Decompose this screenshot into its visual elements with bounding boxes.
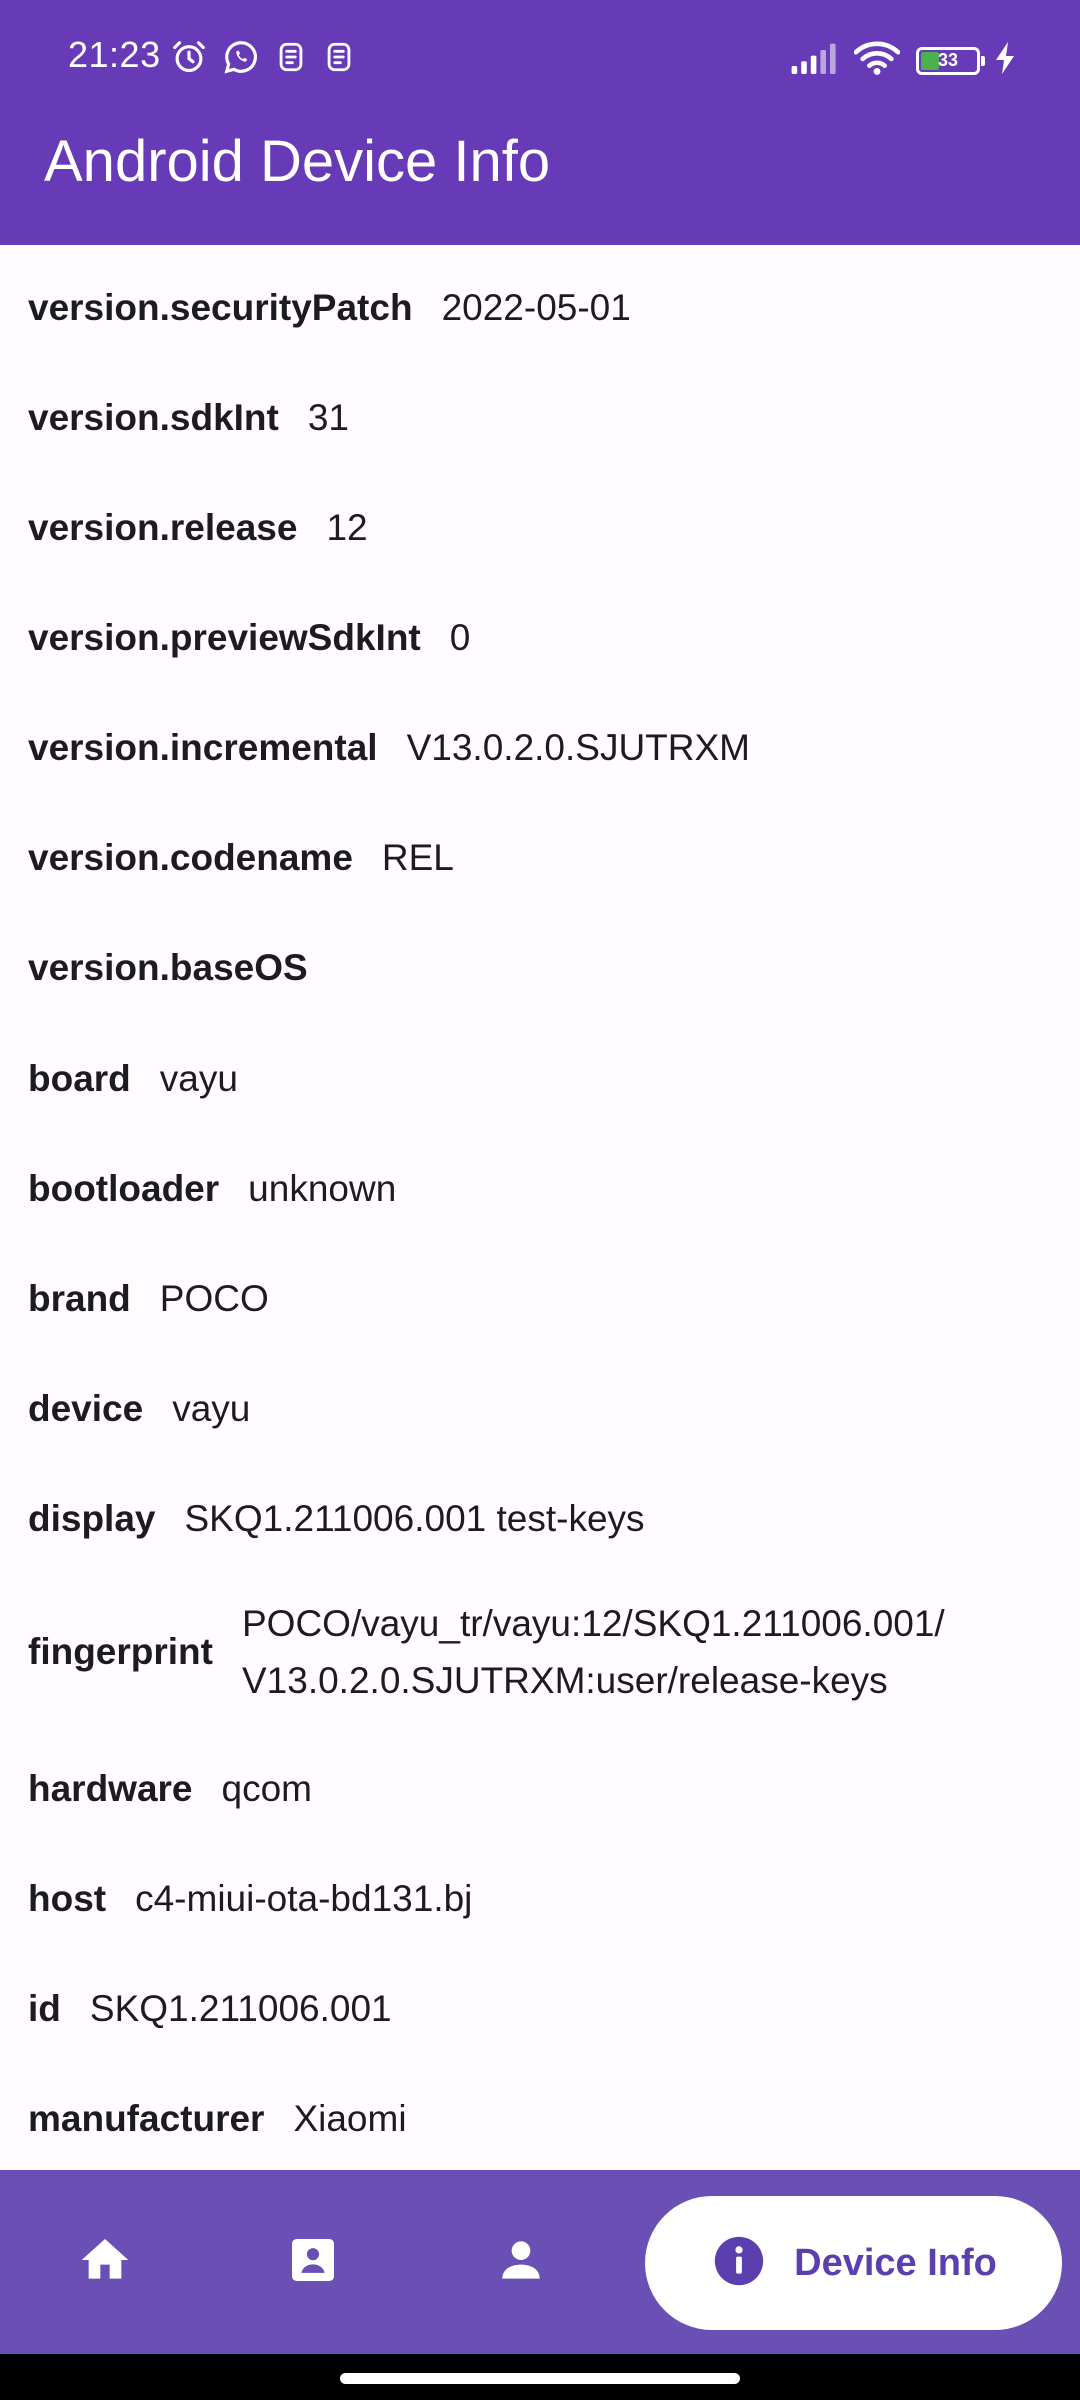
- info-value: unknown: [248, 1168, 397, 1209]
- info-key: manufacturer: [28, 2097, 265, 2139]
- list-item: board vayu: [28, 1050, 1060, 1107]
- list-item: manufacturer Xiaomi: [28, 2090, 1060, 2147]
- info-key: id: [28, 1987, 61, 2029]
- list-item: version.incremental V13.0.2.0.SJUTRXM: [28, 719, 1060, 776]
- list-item: display SKQ1.211006.001 test-keys: [28, 1490, 1060, 1547]
- list-item: fingerprint POCO/vayu_tr/vayu:12/SKQ1.21…: [28, 1595, 1060, 1709]
- info-icon: [710, 2232, 768, 2295]
- info-value: 31: [307, 397, 350, 438]
- list-item: version.codename REL: [28, 829, 1060, 886]
- document-icon: [285, 2232, 341, 2293]
- info-value: c4-miui-ota-bd131.bj: [135, 1878, 473, 1919]
- nav-document-button[interactable]: [248, 2170, 378, 2354]
- whatsapp-icon: [222, 38, 260, 81]
- status-right-icons: 33: [790, 40, 1016, 81]
- list-item: version.baseOS: [28, 939, 1060, 996]
- notification-icon: [322, 38, 356, 81]
- nav-profile-button[interactable]: [456, 2170, 586, 2354]
- status-bar: 21:23 33: [0, 0, 1080, 118]
- info-value: vayu: [172, 1388, 251, 1429]
- info-value: REL: [381, 837, 454, 878]
- list-item: version.previewSdkInt 0: [28, 609, 1060, 666]
- info-key: fingerprint: [28, 1631, 213, 1672]
- alarm-icon: [170, 38, 208, 81]
- list-item: version.securityPatch 2022-05-01: [28, 279, 1060, 336]
- signal-icon: [790, 42, 838, 79]
- notification-icon: [274, 38, 308, 81]
- info-value: SKQ1.211006.001: [89, 1988, 392, 2029]
- info-key: version.sdkInt: [28, 396, 279, 438]
- info-value: 2022-05-01: [441, 287, 631, 328]
- nav-home-button[interactable]: [40, 2170, 170, 2354]
- screen: 21:23 33 Android Device Info version.sec…: [0, 0, 1080, 2400]
- info-key: display: [28, 1497, 156, 1539]
- info-key: version.incremental: [28, 726, 378, 768]
- battery-level: 33: [937, 50, 959, 70]
- info-value: Xiaomi: [293, 2098, 407, 2139]
- info-value: vayu: [159, 1058, 238, 1099]
- list-item: brand POCO: [28, 1270, 1060, 1327]
- info-value-multiline: POCO/vayu_tr/vayu:12/SKQ1.211006.001/ V1…: [242, 1595, 945, 1709]
- info-key: host: [28, 1877, 107, 1919]
- info-key: version.codename: [28, 836, 353, 878]
- list-item: bootloader unknown: [28, 1160, 1060, 1217]
- status-left-icons: [170, 38, 356, 81]
- info-key: version.release: [28, 506, 298, 548]
- nav-device-info-label: Device Info: [794, 2241, 997, 2284]
- info-key: hardware: [28, 1767, 193, 1809]
- charging-icon: [996, 42, 1016, 79]
- home-icon: [77, 2232, 133, 2293]
- info-value: POCO: [159, 1278, 269, 1319]
- list-item: version.release 12: [28, 499, 1060, 556]
- info-key: version.securityPatch: [28, 286, 413, 328]
- device-info-list[interactable]: version.securityPatch 2022-05-01 version…: [0, 245, 1080, 2170]
- info-value: 0: [449, 617, 471, 658]
- info-key: device: [28, 1387, 144, 1429]
- list-item: version.sdkInt 31: [28, 389, 1060, 446]
- info-key: bootloader: [28, 1167, 220, 1209]
- person-icon: [493, 2232, 549, 2293]
- info-key: brand: [28, 1277, 131, 1319]
- battery-icon: 33: [916, 46, 985, 75]
- list-item: id SKQ1.211006.001: [28, 1980, 1060, 2037]
- page-title: Android Device Info: [44, 129, 551, 194]
- info-key: version.previewSdkInt: [28, 616, 421, 658]
- info-value: 12: [326, 507, 368, 548]
- info-value: V13.0.2.0.SJUTRXM: [406, 727, 750, 768]
- list-item: host c4-miui-ota-bd131.bj: [28, 1870, 1060, 1927]
- list-item: hardware qcom: [28, 1760, 1060, 1817]
- list-item: device vayu: [28, 1380, 1060, 1437]
- info-key: version.baseOS: [28, 946, 308, 988]
- bottom-navigation: Device Info: [0, 2170, 1080, 2354]
- info-value-line: POCO/vayu_tr/vayu:12/SKQ1.211006.001/: [241, 1603, 945, 1644]
- info-value: SKQ1.211006.001 test-keys: [184, 1498, 645, 1539]
- status-time: 21:23: [68, 34, 161, 75]
- info-value: qcom: [221, 1768, 312, 1809]
- info-key: board: [28, 1057, 131, 1099]
- home-gesture-handle[interactable]: [340, 2373, 740, 2384]
- wifi-icon: [853, 40, 901, 81]
- info-value-line: V13.0.2.0.SJUTRXM:user/release-keys: [241, 1660, 888, 1701]
- battery-fill: [921, 51, 939, 70]
- nav-device-info-button[interactable]: Device Info: [645, 2196, 1062, 2330]
